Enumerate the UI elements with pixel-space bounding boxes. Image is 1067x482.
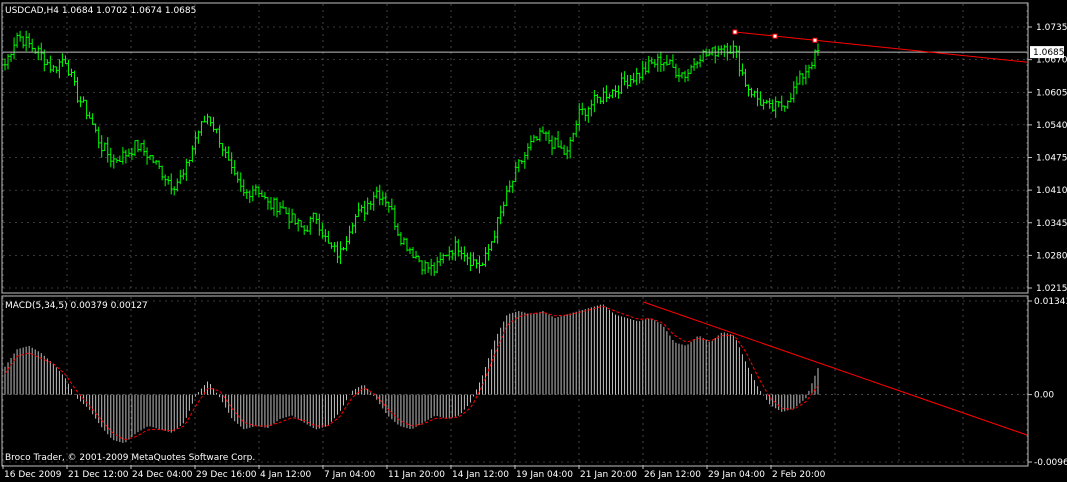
macd-label: 0.00 [1034, 391, 1054, 401]
time-label: 24 Dec 04:00 [132, 470, 193, 480]
trendline-anchor [772, 33, 778, 39]
time-label: 16 Dec 2009 [4, 470, 62, 480]
time-label: 7 Jan 04:00 [324, 470, 376, 480]
price-label: 1.0410 [1036, 186, 1067, 196]
price-label: 1.0345 [1036, 219, 1067, 229]
macd-label: -0.00967 [1034, 458, 1067, 468]
time-label: 21 Jan 20:00 [580, 470, 637, 480]
time-label: 26 Jan 12:00 [644, 470, 701, 480]
time-label: 2 Feb 20:00 [772, 470, 826, 480]
trendline-anchor [812, 37, 818, 43]
time-label: 21 Dec 12:00 [68, 470, 129, 480]
price-label: 1.0540 [1036, 121, 1067, 131]
trading-chart[interactable]: 1.07351.06701.06051.05401.04751.04101.03… [0, 0, 1067, 482]
price-label: 1.0475 [1036, 154, 1067, 164]
price-label: 1.0605 [1036, 88, 1067, 98]
time-label: 19 Jan 04:00 [516, 470, 573, 480]
time-label: 11 Jan 20:00 [388, 470, 445, 480]
price-label: 1.0735 [1036, 23, 1067, 33]
current-price-tag-text: 1.0685 [1033, 48, 1065, 58]
time-label: 14 Jan 12:00 [452, 470, 509, 480]
price-panel-header: USDCAD,H4 1.0684 1.0702 1.0674 1.0685 [5, 6, 196, 16]
price-label: 1.0280 [1036, 251, 1067, 261]
trendline-anchor [732, 29, 738, 35]
price-label: 1.0215 [1036, 284, 1067, 294]
macd-label: 0.01343 [1034, 297, 1067, 307]
time-label: 4 Jan 12:00 [260, 470, 312, 480]
copyright-footer: Broco Trader, © 2001-2009 MetaQuotes Sof… [5, 453, 255, 463]
time-label: 29 Jan 04:00 [708, 470, 765, 480]
time-label: 29 Dec 16:00 [196, 470, 257, 480]
macd-panel-header: MACD(5,34,5) 0.00379 0.00127 [5, 301, 148, 311]
